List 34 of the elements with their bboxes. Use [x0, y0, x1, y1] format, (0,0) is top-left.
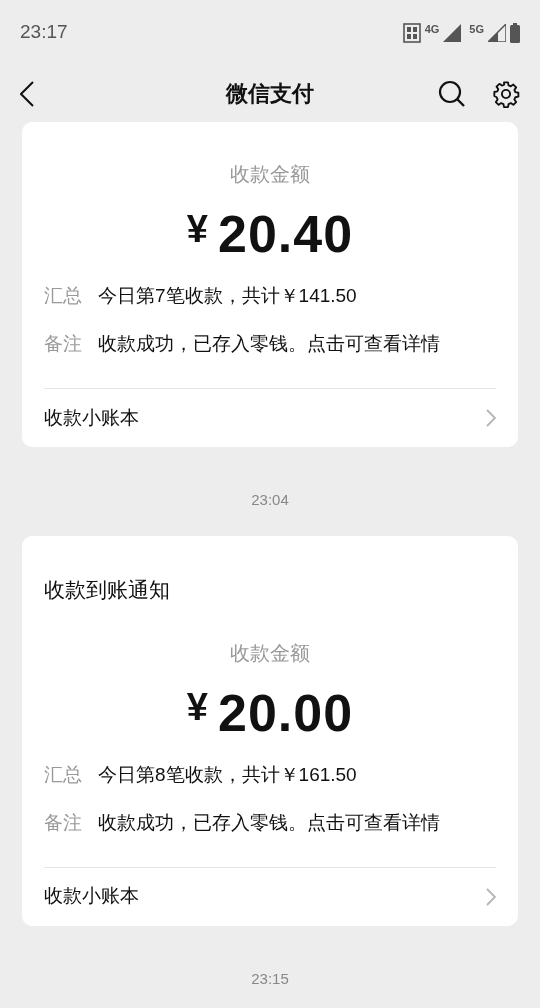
message-card[interactable]: 收款到账通知 收款金额 ¥ 20.00 汇总 今日第8笔收款，共计￥161.50 备注 收款成功，已存入零钱。点击可查看详情 收款小账本 [22, 535, 518, 926]
amount-label: 收款金额 [229, 162, 311, 187]
sim-card-icon [402, 22, 421, 43]
message-card[interactable]: 收款金额 ¥ 20.40 汇总 今日第7笔收款，共计￥141.50 备注 收款成功，已存入零钱。点击可查看详情 收款小账本 [22, 122, 518, 447]
chevron-right-icon [486, 887, 496, 906]
status-time: 23:17 [20, 20, 68, 45]
timestamp: 23:15 [251, 968, 289, 989]
amount: 20.40 [218, 204, 354, 265]
summary-text: 今日第7笔收款，共计￥141.50 [98, 284, 357, 308]
note-text: 收款成功，已存入零钱。点击可查看详情 [98, 810, 440, 835]
settings-icon[interactable] [492, 79, 520, 108]
ledger-link[interactable]: 收款小账本 [22, 389, 518, 447]
summary-text: 今日第8笔收款，共计￥161.50 [98, 762, 357, 787]
note-label: 备注 [44, 332, 83, 356]
network-type: 5G [469, 21, 484, 37]
card-title: 收款到账通知 [43, 576, 171, 603]
currency-symbol: ¥ [186, 685, 208, 730]
signal-icon [488, 23, 506, 42]
summary-label: 汇总 [44, 284, 83, 308]
network-type: 4G [424, 21, 440, 37]
signal-icon [443, 23, 462, 42]
note-label: 备注 [44, 810, 83, 835]
timestamp: 23:04 [251, 490, 289, 510]
back-icon[interactable] [20, 80, 34, 107]
search-icon[interactable] [438, 79, 466, 108]
amount: 20.00 [218, 682, 354, 744]
summary-label: 汇总 [44, 762, 83, 787]
ledger-link[interactable]: 收款小账本 [22, 867, 518, 926]
chevron-right-icon [486, 409, 496, 427]
amount-label: 收款金额 [229, 640, 311, 666]
note-text: 收款成功，已存入零钱。点击可查看详情 [98, 332, 440, 356]
currency-symbol: ¥ [186, 206, 208, 252]
page-title: 微信支付 [226, 80, 314, 108]
battery-icon [510, 22, 520, 43]
